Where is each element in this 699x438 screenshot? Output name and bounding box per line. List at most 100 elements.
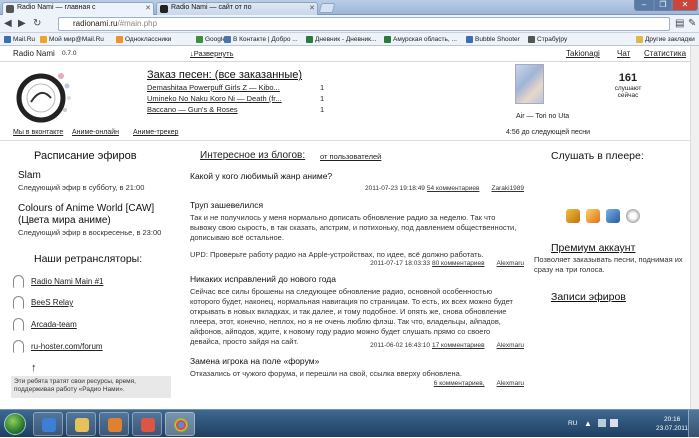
back-icon[interactable]: ◀	[4, 18, 12, 30]
order-song[interactable]: Umineko No Naku Koro Ni — Death (fr...	[147, 94, 282, 103]
post-meta: 2011-07-23 19:18:49 54 комментариев Zaraki…	[190, 185, 524, 192]
bookmark-icon	[4, 36, 11, 43]
bookmark-vkontakte[interactable]: В Контакте | Добро ...	[224, 35, 298, 44]
post-date: 2011-06-02 16:43:10	[370, 342, 430, 349]
taskbar-ie[interactable]	[33, 412, 63, 436]
bookmark-mailru[interactable]: Mail.Ru	[4, 35, 35, 44]
post-title[interactable]: Какой у кого любимый жанр аниме?	[190, 171, 332, 181]
start-button[interactable]	[4, 413, 26, 435]
post-date: 2011-07-23 19:18:49	[365, 185, 425, 192]
language-indicator[interactable]: RU	[568, 420, 577, 427]
now-playing-cover	[515, 64, 544, 104]
network-icon[interactable]	[598, 419, 606, 427]
aimp-icon[interactable]	[626, 209, 640, 223]
browser-tab-strip: Radio Nami — главная с ✕ Radio Nami — са…	[0, 0, 699, 15]
address-bar[interactable]: radionami.ru/#main.php	[58, 17, 670, 31]
bookmark-odnoklassniki[interactable]: Одноклассники	[116, 35, 171, 44]
blogs-title: Интересное из блогов:	[200, 150, 306, 161]
records-title[interactable]: Записи эфиров	[551, 291, 626, 303]
winamp-icon[interactable]	[566, 209, 580, 223]
show-desktop-button[interactable]	[688, 410, 699, 438]
post-body: Отказались от чужого форума, и перешли н…	[190, 369, 462, 378]
now-playing-title: Air — Tori no Uta	[516, 113, 570, 120]
order-song[interactable]: Demashitaa Powerpuff Girls Z — Kibo...	[147, 83, 280, 92]
li-favicon-icon	[160, 5, 168, 13]
reload-icon[interactable]: ↻	[33, 18, 41, 30]
link-vkontakte[interactable]: Мы в вконтакте	[13, 129, 63, 136]
antenna-icon	[13, 318, 24, 331]
taskbar-chrome[interactable]	[165, 412, 195, 436]
bookmark-bubble-shooter[interactable]: Bubble Shooter	[466, 35, 520, 44]
clock-date[interactable]: 23.07.2011	[656, 425, 688, 432]
browser-toolbar: ◀ ▶ ↻ radionami.ru/#main.php ▤ ✎	[0, 15, 699, 33]
listeners-label: слушают	[614, 85, 642, 92]
listeners-counter: 161 слушают сейчас	[598, 72, 658, 99]
bookmark-icon	[466, 36, 473, 43]
system-tray: RU ▲ 20:16 23.07.2011	[560, 410, 699, 438]
post-author-link[interactable]: Alexmaru	[497, 342, 524, 349]
media-player-icon[interactable]	[586, 209, 600, 223]
bookmark-icon	[196, 36, 203, 43]
minimize-button[interactable]: –	[634, 0, 654, 11]
post-title[interactable]: Никаких исправлений до нового года	[190, 274, 336, 284]
new-tab-button[interactable]	[318, 3, 336, 13]
site-version: 0.7.0	[62, 50, 77, 57]
antenna-icon	[13, 296, 24, 309]
browser-tab-1[interactable]: Radio Nami — главная с ✕	[2, 2, 154, 15]
bookmark-amurskaya[interactable]: Амурская область, ...	[384, 35, 457, 44]
post-author-link[interactable]: Zaraki1989	[491, 185, 524, 192]
bookmark-strabu[interactable]: Страбу|ру	[528, 35, 567, 44]
site-top-bar: Radio Nami 0.7.0 ↓Развернуть Takionagi Ч…	[0, 46, 699, 62]
bookmark-moimir[interactable]: Мой мир@Mail.Ru	[40, 35, 104, 44]
radio-nami-logo	[16, 73, 71, 123]
post-body: Сейчас все силы брошены на следующее обн…	[190, 287, 513, 346]
nav-link-chat[interactable]: Чат	[617, 49, 630, 58]
close-window-button[interactable]: ✕	[672, 0, 698, 11]
post-author-link[interactable]: Alexmaru	[497, 260, 524, 267]
itunes-icon[interactable]	[606, 209, 620, 223]
maximize-button[interactable]: ❐	[654, 0, 672, 11]
tab-title: Radio Nami — главная с	[17, 4, 96, 11]
post-comments-link[interactable]: 80 комментариев	[432, 260, 485, 267]
tab-close-icon[interactable]: ✕	[309, 4, 315, 12]
taskbar-media[interactable]	[99, 412, 129, 436]
post-title[interactable]: Труп зашевелился	[190, 200, 263, 210]
bookmark-icon	[40, 36, 47, 43]
arrow-up-icon: ↑	[31, 362, 37, 374]
other-bookmarks[interactable]: Другие закладки	[636, 35, 695, 44]
taskbar-explorer[interactable]	[66, 412, 96, 436]
bookmark-google[interactable]: Google	[196, 35, 226, 44]
post-comments-link[interactable]: 54 комментариев	[427, 185, 480, 192]
volume-icon[interactable]	[610, 419, 618, 427]
post-body: Так и не получилось у меня нормально доп…	[190, 213, 517, 242]
post-comments-link[interactable]: 6 комментариев,	[434, 380, 485, 387]
taskbar-mail[interactable]	[132, 412, 162, 436]
order-song[interactable]: Baccano — Gun's & Roses	[147, 105, 238, 114]
radio-nami-favicon-icon	[6, 5, 14, 13]
post-comments-link[interactable]: 17 комментариев	[432, 342, 485, 349]
nav-link-statistics[interactable]: Статистика	[644, 49, 686, 58]
post-author-link[interactable]: Alexmaru	[497, 380, 524, 387]
expand-link[interactable]: ↓Развернуть	[190, 49, 234, 58]
bookmark-icon	[306, 36, 313, 43]
page-menu-icon[interactable]: ▤	[675, 18, 684, 30]
tray-arrow-icon[interactable]: ▲	[584, 419, 592, 428]
wrench-icon[interactable]: ✎	[688, 18, 696, 30]
relays-note: Эти ребята тратят свои ресурсы, время, п…	[11, 376, 171, 398]
link-anime-online[interactable]: Аниме-онлайн	[72, 129, 119, 136]
nav-link-takionagi[interactable]: Takionagi	[566, 49, 600, 58]
order-songs-title[interactable]: Заказ песен: (все заказанные)	[147, 69, 302, 81]
blogs-filter-link[interactable]: от пользователей	[320, 152, 381, 161]
forward-icon[interactable]: ▶	[18, 18, 26, 30]
url-path: /#main.php	[117, 19, 158, 28]
post-title[interactable]: Замена игрока на поле «форум»	[190, 356, 319, 366]
link-anime-tracker[interactable]: Аниме-трекер	[133, 129, 178, 136]
post-date: 2011-07-17 18:03:33	[370, 260, 430, 267]
premium-account-title[interactable]: Премиум аккаунт	[551, 242, 635, 254]
bookmark-dnevnik[interactable]: Дневник - Дневник...	[306, 35, 376, 44]
browser-tab-2[interactable]: Radio Nami — сайт от по ✕	[156, 2, 318, 15]
scrollbar[interactable]	[690, 46, 699, 409]
tab-close-icon[interactable]: ✕	[145, 4, 151, 12]
clock-time[interactable]: 20:16	[664, 416, 680, 423]
order-count: 1	[320, 105, 325, 114]
